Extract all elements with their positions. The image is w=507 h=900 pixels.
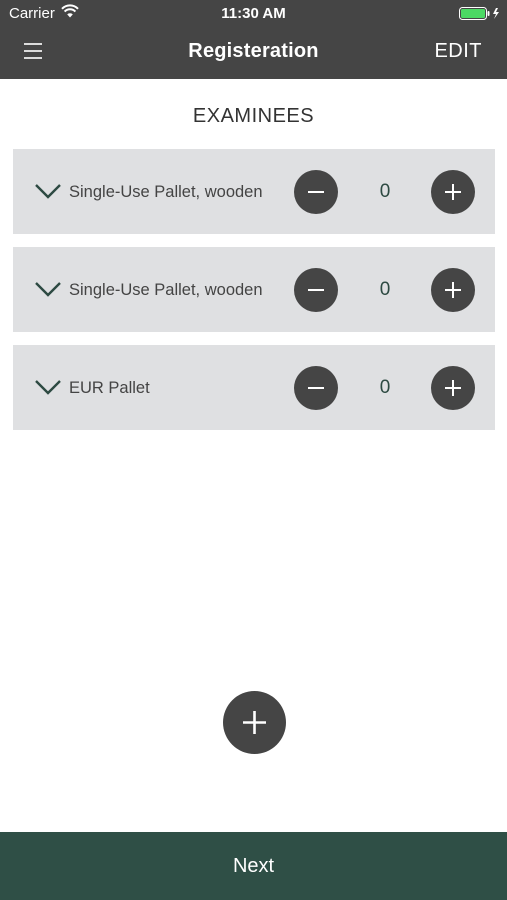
page-title: Registeration: [188, 40, 319, 62]
chevron-down-icon[interactable]: [34, 378, 62, 396]
app-header: Carrier 11:30 AM Registeration EDIT: [0, 0, 507, 79]
increment-button[interactable]: [431, 366, 475, 410]
quantity-value: 0: [379, 279, 391, 300]
plus-icon: [445, 282, 461, 298]
increment-button[interactable]: [431, 170, 475, 214]
decrement-button[interactable]: [294, 366, 338, 410]
decrement-button[interactable]: [294, 170, 338, 214]
add-item-button[interactable]: [223, 691, 286, 754]
plus-icon: [445, 184, 461, 200]
chevron-down-icon[interactable]: [34, 182, 62, 200]
chevron-down-icon[interactable]: [34, 280, 62, 298]
nav-bar: Registeration EDIT: [0, 27, 507, 79]
item-label: Single-Use Pallet, wooden: [69, 280, 263, 299]
minus-icon: [308, 289, 324, 291]
decrement-button[interactable]: [294, 268, 338, 312]
minus-icon: [308, 191, 324, 193]
battery-icon: [459, 7, 499, 20]
increment-button[interactable]: [431, 268, 475, 312]
list-item: Single-Use Pallet, wooden 0: [13, 149, 495, 234]
edit-button[interactable]: EDIT: [434, 40, 482, 63]
status-bar: Carrier 11:30 AM: [0, 0, 507, 27]
section-title: EXAMINEES: [192, 105, 315, 127]
plus-icon: [445, 380, 461, 396]
clock: 11:30 AM: [221, 5, 286, 22]
quantity-value: 0: [379, 181, 391, 202]
plus-icon: [243, 711, 266, 734]
item-label: EUR Pallet: [69, 378, 150, 397]
list-item: EUR Pallet 0: [13, 345, 495, 430]
item-label: Single-Use Pallet, wooden: [69, 182, 263, 201]
examinee-list: Single-Use Pallet, wooden 0 Single-Use P…: [13, 149, 495, 443]
list-item: Single-Use Pallet, wooden 0: [13, 247, 495, 332]
minus-icon: [308, 387, 324, 389]
quantity-value: 0: [379, 377, 391, 398]
next-button[interactable]: Next: [0, 832, 507, 900]
